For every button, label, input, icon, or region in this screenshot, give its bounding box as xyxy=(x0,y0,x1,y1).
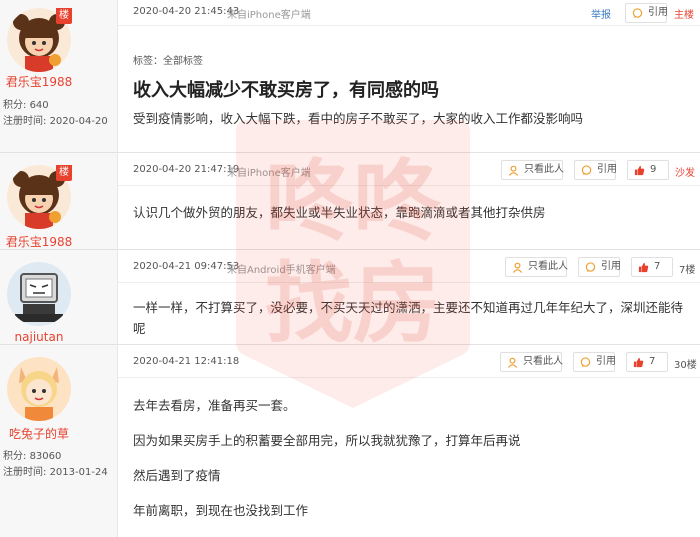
only-this-author-button[interactable]: 只看此人 xyxy=(501,160,564,180)
quote-button[interactable]: 引用 xyxy=(574,160,617,180)
quote-button[interactable]: 引用 xyxy=(573,352,616,372)
post-time: 2020-04-21 09:47:53 xyxy=(133,261,240,272)
author-register-date: 注册时间: 2020-04-20 xyxy=(3,116,108,127)
post-text: 一样一样，不打算买了，没必要，不买天天过的潇洒，主要还不知道再过几年年纪大了，深… xyxy=(133,297,683,339)
author-score: 积分: 83060 xyxy=(3,451,62,462)
author-sidebar: 楼 君乐宝1988 xyxy=(0,153,118,249)
author-score: 积分: 640 xyxy=(3,100,49,111)
tags-line[interactable]: 标签：全部标签 xyxy=(133,52,203,67)
author-name[interactable]: 吃兔子的草 xyxy=(0,425,78,442)
author-name[interactable]: najiutan xyxy=(0,330,78,344)
quote-button[interactable]: 引用 xyxy=(578,257,621,277)
author-sidebar: 吃兔子的草 积分: 83060 注册时间: 2013-01-24 xyxy=(0,345,118,537)
post-time: 2020-04-20 21:47:19 xyxy=(133,164,240,175)
post-time: 2020-04-21 12:41:18 xyxy=(133,356,240,367)
post-content: 2020-04-21 09:47:53 来自Android手机客户端 只看此人 … xyxy=(118,250,700,344)
comment-icon xyxy=(632,8,643,19)
post-2: 楼 君乐宝1988 2020-04-20 21:47:19 来自iPhone客户… xyxy=(0,152,700,249)
post-3: najiutan 2020-04-21 09:47:53 来自Android手机… xyxy=(0,249,700,344)
author-sidebar: 楼 君乐宝1988 积分: 640 注册时间: 2020-04-20 xyxy=(0,0,118,152)
like-button[interactable]: 9 xyxy=(627,160,669,180)
floor-number: 7楼 xyxy=(679,265,696,276)
post-header: 2020-04-21 09:47:53 来自Android手机客户端 只看此人 … xyxy=(118,250,700,283)
post-content: 2020-04-20 21:45:43 来自iPhone客户端 举报 引用 主楼… xyxy=(118,0,700,152)
user-icon xyxy=(512,262,523,273)
like-button[interactable]: 7 xyxy=(626,352,668,372)
post-header: 2020-04-21 12:41:18 只看此人 引用 7 30楼 xyxy=(118,345,700,378)
post-line: 受到疫情影响，收入大幅下跌，看中的房子不敢买了，大家的收入工作都没影响吗 xyxy=(133,111,584,126)
quote-button[interactable]: 引用 xyxy=(625,3,668,23)
comment-icon xyxy=(580,357,591,368)
comment-icon xyxy=(581,165,592,176)
thumbs-up-icon xyxy=(634,165,645,176)
post-line: 呢 xyxy=(133,321,146,336)
post-line: 年前离职，到现在也没找到工作 xyxy=(133,503,309,518)
post-line: 一样一样，不打算买了，没必要，不买天天过的潇洒，主要还不知道再过几年年纪大了，深… xyxy=(133,300,684,315)
author-name[interactable]: 君乐宝1988 xyxy=(0,73,78,90)
post-content: 2020-04-20 21:47:19 来自iPhone客户端 只看此人 引用 … xyxy=(118,153,700,249)
avatar[interactable] xyxy=(7,357,71,421)
user-icon xyxy=(507,357,518,368)
user-icon xyxy=(508,165,519,176)
thread-owner-badge: 楼 xyxy=(56,165,72,181)
like-button[interactable]: 7 xyxy=(631,257,673,277)
floor-number: 主楼 xyxy=(674,10,694,21)
post-text: 去年去看房，准备再买一套。 因为如果买房手上的积蓄要全部用完，所以我就犹豫了，打… xyxy=(133,395,521,535)
floor-number: 沙发 xyxy=(675,168,695,179)
post-1: 楼 君乐宝1988 积分: 640 注册时间: 2020-04-20 2020-… xyxy=(0,0,700,152)
post-line: 因为如果买房手上的积蓄要全部用完，所以我就犹豫了，打算年后再说 xyxy=(133,433,521,448)
post-source: 来自iPhone客户端 xyxy=(227,168,311,179)
post-text: 受到疫情影响，收入大幅下跌，看中的房子不敢买了，大家的收入工作都没影响吗 xyxy=(133,108,583,129)
post-source: 来自Android手机客户端 xyxy=(227,265,336,276)
post-source: 来自iPhone客户端 xyxy=(227,10,311,21)
avatar[interactable] xyxy=(7,262,71,326)
author-name[interactable]: 君乐宝1988 xyxy=(0,233,78,250)
post-line: 去年去看房，准备再买一套。 xyxy=(133,398,296,413)
report-link[interactable]: 举报 xyxy=(591,6,611,21)
thread-owner-badge: 楼 xyxy=(56,8,72,24)
post-4: 吃兔子的草 积分: 83060 注册时间: 2013-01-24 2020-04… xyxy=(0,344,700,537)
only-this-author-button[interactable]: 只看此人 xyxy=(505,257,568,277)
floor-number: 30楼 xyxy=(674,360,697,371)
post-line: 认识几个做外贸的朋友，都失业或半失业状态，靠跑滴滴或者其他打杂供房 xyxy=(133,205,546,220)
author-sidebar: najiutan xyxy=(0,250,118,344)
thread-title: 收入大幅减少不敢买房了，有同感的吗 xyxy=(133,80,439,101)
post-header: 2020-04-20 21:47:19 来自iPhone客户端 只看此人 引用 … xyxy=(118,153,700,186)
thumbs-up-icon xyxy=(633,357,644,368)
thumbs-up-icon xyxy=(638,262,649,273)
post-content: 2020-04-21 12:41:18 只看此人 引用 7 30楼 去年去看房，… xyxy=(118,345,700,537)
author-register-date: 注册时间: 2013-01-24 xyxy=(3,467,108,478)
post-time: 2020-04-20 21:45:43 xyxy=(133,6,240,17)
post-line: 然后遇到了疫情 xyxy=(133,468,221,483)
comment-icon xyxy=(585,262,596,273)
post-text: 认识几个做外贸的朋友，都失业或半失业状态，靠跑滴滴或者其他打杂供房 xyxy=(133,202,546,223)
only-this-author-button[interactable]: 只看此人 xyxy=(500,352,563,372)
post-header: 2020-04-20 21:45:43 来自iPhone客户端 举报 引用 主楼 xyxy=(118,0,700,26)
